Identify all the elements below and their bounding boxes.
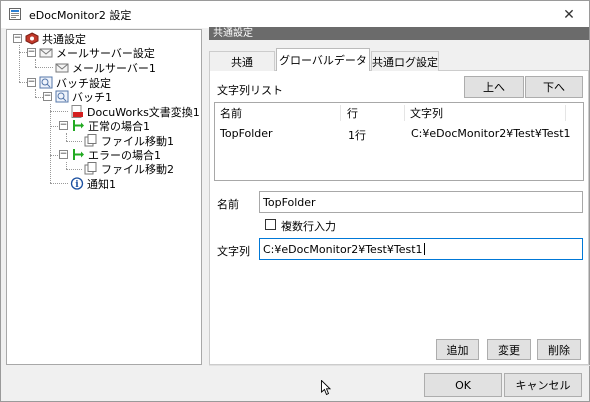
tab-global-data[interactable]: グローバルデータ	[276, 48, 370, 71]
collapse-icon[interactable]: −	[43, 92, 52, 101]
branch-arrow-icon	[73, 120, 84, 131]
document-icon	[71, 105, 83, 118]
button-label: 上へ	[483, 81, 505, 94]
column-header-name[interactable]: 名前	[215, 103, 340, 123]
gear-icon	[25, 32, 39, 45]
file-icon	[84, 162, 97, 175]
window-title: eDocMonitor2 設定	[29, 9, 132, 22]
mail-icon	[55, 63, 69, 73]
delete-button[interactable]: 削除	[537, 339, 581, 360]
name-field[interactable]: TopFolder	[259, 191, 583, 213]
collapse-icon[interactable]: −	[27, 48, 36, 57]
name-field-value: TopFolder	[263, 195, 316, 209]
column-label: 行	[347, 107, 358, 120]
button-label: キャンセル	[515, 379, 571, 392]
collapse-icon[interactable]: −	[59, 150, 68, 159]
settings-window: eDocMonitor2 設定 ✕ − 共通設定 − メールサーバー設定 メール…	[0, 0, 590, 402]
mail-icon	[39, 48, 53, 58]
title-bar: eDocMonitor2 設定 ✕	[1, 1, 589, 28]
tree-label: メールサーバー1	[72, 61, 156, 75]
close-icon: ✕	[563, 6, 575, 23]
tree-label: メールサーバー設定	[56, 46, 155, 60]
tree-item-batch1[interactable]: − バッチ1	[43, 89, 112, 104]
file-icon	[84, 134, 97, 147]
multiline-checkbox[interactable]	[265, 219, 276, 230]
column-header-lines[interactable]: 行	[342, 103, 404, 123]
tree-item-mail-settings[interactable]: − メールサーバー設定	[27, 45, 155, 60]
tree-label: 通知1	[87, 177, 116, 191]
panel-header: 共通設定	[209, 27, 589, 40]
collapse-icon[interactable]: −	[13, 34, 22, 43]
tab-label: グローバルデータ	[279, 54, 367, 67]
collapse-icon[interactable]: −	[27, 78, 36, 87]
cell-lines: 1行	[348, 129, 366, 142]
move-up-button[interactable]: 上へ	[464, 76, 524, 98]
ok-button[interactable]: OK	[424, 373, 502, 397]
tree-item-normal-case[interactable]: − 正常の場合1	[59, 118, 150, 133]
string-field[interactable]: C:¥eDocMonitor2¥Test¥Test1	[259, 238, 583, 260]
tree-label: 正常の場合1	[88, 119, 150, 133]
tree-item-file-move2[interactable]: ファイル移動2	[84, 161, 174, 176]
tab-label: 共通	[231, 55, 253, 69]
settings-tree[interactable]: − 共通設定 − メールサーバー設定 メールサーバー1 − バッチ設定 − バッ…	[6, 29, 202, 365]
app-icon	[9, 8, 21, 20]
tab-label: 共通ログ設定	[372, 55, 438, 69]
cell-string: C:¥eDocMonitor2¥Test¥Test1	[411, 127, 571, 140]
tab-common[interactable]: 共通	[209, 51, 275, 71]
button-label: 追加	[446, 343, 469, 357]
info-icon: i	[70, 177, 84, 190]
button-label: 下へ	[543, 81, 565, 94]
move-down-button[interactable]: 下へ	[525, 76, 583, 98]
svg-text:i: i	[75, 180, 79, 190]
batch-icon	[55, 90, 69, 103]
tab-common-log[interactable]: 共通ログ設定	[371, 51, 439, 71]
string-list[interactable]: 名前 行 文字列 TopFolder 1行 C:¥eDocMonitor2¥Te…	[214, 102, 584, 181]
tree-item-notify1[interactable]: i 通知1	[70, 176, 116, 191]
close-button[interactable]: ✕	[549, 1, 589, 28]
column-label: 名前	[220, 107, 242, 120]
string-list-title: 文字列リスト	[217, 84, 283, 97]
column-label: 文字列	[410, 107, 443, 120]
branch-arrow-icon	[73, 149, 84, 160]
tree-item-mail-server1[interactable]: メールサーバー1	[55, 60, 156, 75]
batch-icon	[39, 76, 53, 89]
tree-label: バッチ1	[72, 90, 112, 104]
cancel-button[interactable]: キャンセル	[504, 373, 582, 397]
name-label: 名前	[217, 198, 239, 211]
column-header-string[interactable]: 文字列	[405, 103, 565, 123]
footer-divider	[209, 365, 590, 366]
multiline-label: 複数行入力	[281, 220, 336, 233]
tree-label: ファイル移動2	[101, 162, 174, 176]
add-button[interactable]: 追加	[436, 339, 479, 360]
button-label: 変更	[498, 343, 520, 357]
change-button[interactable]: 変更	[487, 339, 531, 360]
button-label: 削除	[548, 343, 570, 357]
button-label: OK	[455, 378, 471, 392]
string-field-value: C:¥eDocMonitor2¥Test¥Test1	[263, 242, 423, 256]
string-label: 文字列	[217, 245, 250, 258]
cell-name: TopFolder	[220, 127, 273, 140]
mouse-cursor-icon	[321, 380, 331, 396]
collapse-icon[interactable]: −	[59, 121, 68, 130]
text-caret	[423, 243, 425, 255]
